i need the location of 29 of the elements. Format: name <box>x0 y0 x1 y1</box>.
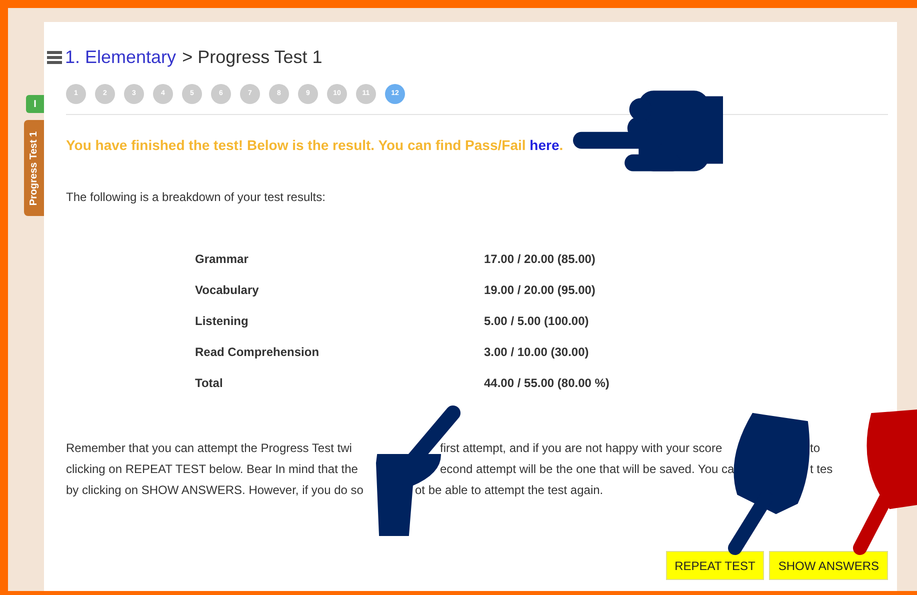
breadcrumb-separator: > <box>182 46 193 68</box>
result-label: Grammar <box>195 251 250 268</box>
notice-text: by clicking on SHOW ANSWERS. However, if you do so <box>66 482 364 499</box>
notice-text: Remember that you can attempt the Progress Test twi <box>66 440 353 457</box>
here-link[interactable]: here <box>530 137 560 153</box>
breadcrumb-current: Progress Test 1 <box>198 46 322 68</box>
notice-text: first attempt, and if you are not happy with your score <box>440 440 724 457</box>
side-tab[interactable]: Progress Test 1 <box>24 120 44 216</box>
notice-text: ot be able to attempt the test again. <box>415 482 604 499</box>
notice-text: t tes <box>810 461 834 478</box>
result-score: 44.00 / 55.00 (80.00 %) <box>484 375 610 392</box>
result-label: Total <box>195 375 224 392</box>
notice-text: to <box>810 440 822 457</box>
notice-text: econd attempt will be the one that will be saved. You ca <box>440 461 736 478</box>
action-button[interactable]: REPEAT TEST <box>666 551 764 580</box>
result-score: 17.00 / 20.00 (85.00) <box>484 251 596 268</box>
intro-text: The following is a breakdown of your test results: <box>66 189 326 206</box>
result-label: Listening <box>195 313 250 330</box>
result-label: Vocabulary <box>195 282 260 299</box>
result-score: 19.00 / 20.00 (95.00) <box>484 282 596 299</box>
notice-text: clicking on REPEAT TEST below. Bear In mind that the <box>66 461 359 478</box>
action-button[interactable]: SHOW ANSWERS <box>769 551 888 580</box>
side-tab[interactable]: I <box>26 95 44 113</box>
result-score: 5.00 / 5.00 (100.00) <box>484 313 590 330</box>
menu-icon[interactable] <box>47 50 62 64</box>
result-message: You have finished the test! Below is the result. You can find Pass/Fail here. <box>66 136 564 155</box>
breadcrumb-link[interactable]: 1. Elementary <box>65 46 176 68</box>
result-score: 3.00 / 10.00 (30.00) <box>484 344 590 361</box>
result-label: Read Comprehension <box>195 344 320 361</box>
